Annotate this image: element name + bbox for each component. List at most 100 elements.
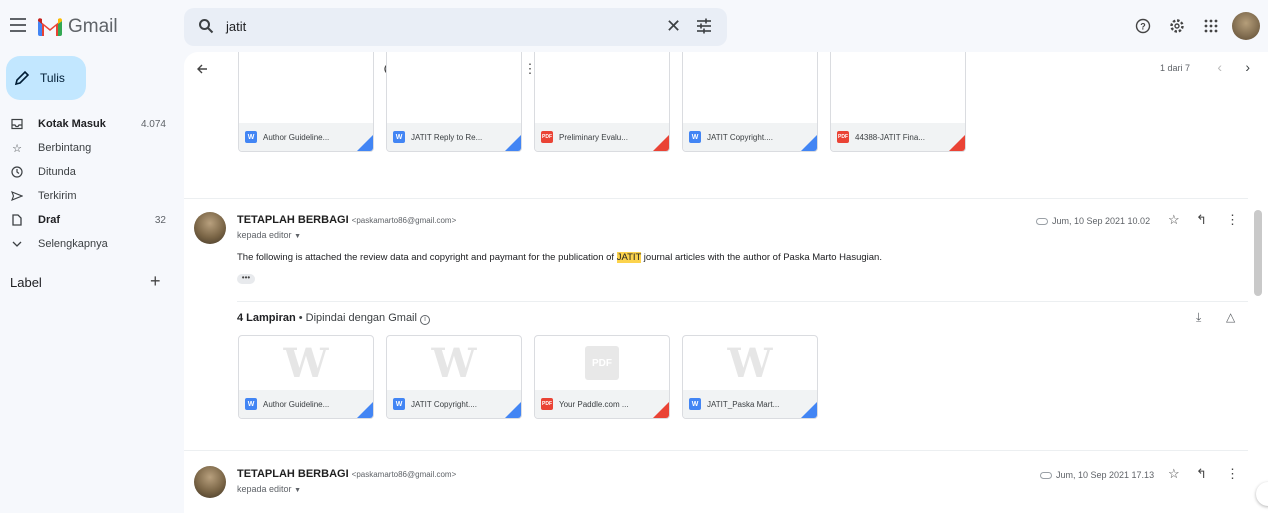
word-file-icon: W [245,131,257,143]
file-corner-fold [357,135,373,151]
word-file-icon: W [689,398,701,410]
star-icon[interactable]: ☆ [1168,466,1180,482]
caret-down-icon[interactable]: ▼ [294,233,301,240]
body-text-part: The following is attached the review dat… [237,252,617,263]
show-trimmed-content-button[interactable]: ••• [237,274,255,284]
apps-grid-icon[interactable] [1194,12,1228,40]
chevron-right-icon[interactable]: › [1245,59,1250,75]
file-corner-fold [505,402,521,418]
pdf-file-icon: PDF [541,131,553,143]
attachments-header: 4 Lampiran • Dipindai dengan Gmail i [237,312,431,325]
clock-icon [10,166,24,178]
more-vert-icon[interactable]: ⋮ [1226,212,1239,228]
attachment-card[interactable]: W JATIT Copyright.... [682,52,818,152]
email-view: ⋮ 1 dari 7 ‹ › W Author Guideline... W J… [184,52,1268,513]
pdf-file-icon: PDF [837,131,849,143]
pencil-icon [14,70,30,86]
compose-label: Tulis [40,71,65,85]
chevron-left-icon[interactable]: ‹ [1217,59,1222,75]
file-corner-fold [653,135,669,151]
attachment-name: JATIT Copyright.... [411,399,477,409]
sidebar-item-label: Selengkapnya [38,238,108,250]
more-vert-icon[interactable]: ⋮ [1226,466,1239,482]
sidebar-nav: Kotak Masuk 4.074 ☆ Berbintang Ditunda T… [0,112,180,256]
sender-line: TETAPLAH BERBAGI <paskamarto86@gmail.com> [237,214,456,226]
help-icon[interactable]: ? [1126,12,1160,40]
attachment-card[interactable]: PDF 44388-JATIT Fina... [830,52,966,152]
sidebar-item-sent[interactable]: Terkirim [0,184,180,208]
back-arrow-icon[interactable] [194,61,210,77]
chevron-down-icon [10,238,24,250]
attachment-name: 44388-JATIT Fina... [855,132,925,142]
sidebar-item-label: Berbintang [38,142,92,154]
download-all-icon[interactable]: ⤓ [1196,310,1201,325]
sidebar-item-label: Ditunda [38,166,76,178]
top-right-actions: ? [1126,12,1268,40]
attachment-footer: W JATIT Copyright.... [683,123,817,151]
attachment-card[interactable]: W W JATIT Copyright.... [386,335,522,419]
sidebar-item-count: 32 [154,214,166,226]
attachment-name: JATIT Copyright.... [707,132,773,142]
attachment-name: Your Paddle.com ... [559,399,629,409]
gmail-logo[interactable]: Gmail [38,16,118,38]
recipient-line[interactable]: kepada editor ▼ [237,484,301,494]
word-file-icon: W [393,398,405,410]
search-icon[interactable] [198,18,214,34]
pdf-file-icon: PDF [541,398,553,410]
attachment-card[interactable]: PDF Preliminary Evalu... [534,52,670,152]
main-menu-icon[interactable] [10,18,26,32]
recipient-text: kepada editor [237,230,292,240]
attachment-card[interactable]: W W Author Guideline... [238,335,374,419]
attachment-name: JATIT_Paska Mart... [707,399,780,409]
sidebar-item-label: Draf [38,214,61,226]
draft-icon [10,214,24,226]
settings-gear-icon[interactable] [1160,12,1194,40]
clear-search-icon[interactable]: ✕ [666,16,681,37]
attachment-card[interactable]: W W JATIT_Paska Mart... [682,335,818,419]
account-avatar[interactable] [1232,12,1260,40]
attachment-footer: PDF 44388-JATIT Fina... [831,123,965,151]
attachment-thumbnail: PDF [535,336,669,390]
compose-button[interactable]: Tulis [6,56,86,100]
word-thumbnail-icon: W [727,339,773,387]
attachment-card[interactable]: W JATIT Reply to Re... [386,52,522,152]
sender-avatar[interactable] [194,466,226,498]
pdf-thumbnail-icon: PDF [585,346,619,380]
attachment-footer: W JATIT Copyright.... [387,390,521,418]
sidebar-item-label: Terkirim [38,190,77,202]
sidebar-item-starred[interactable]: ☆ Berbintang [0,136,180,160]
attachment-footer: PDF Preliminary Evalu... [535,123,669,151]
info-icon[interactable]: i [420,315,431,325]
word-thumbnail-icon: W [283,339,329,387]
search-bar[interactable]: jatit ✕ [184,8,727,46]
sidebar-item-inbox[interactable]: Kotak Masuk 4.074 [0,112,180,136]
attachment-thumbnail: W [387,336,521,390]
attachment-card[interactable]: W Author Guideline... [238,52,374,152]
gmail-m-icon [38,18,62,36]
recipient-line[interactable]: kepada editor ▼ [237,230,301,240]
word-file-icon: W [245,398,257,410]
reply-icon[interactable]: ↰ [1196,212,1207,228]
sidebar-item-more[interactable]: Selengkapnya [0,232,180,256]
sidebar-item-drafts[interactable]: Draf 32 [0,208,180,232]
attachment-thumbnail: W [683,336,817,390]
message-date: Jum, 10 Sep 2021 10.02 [1036,216,1150,226]
scrollbar-thumb[interactable] [1254,210,1262,296]
message-date: Jum, 10 Sep 2021 17.13 [1040,470,1154,480]
add-label-icon[interactable]: + [150,271,161,292]
file-corner-fold [653,402,669,418]
star-icon[interactable]: ☆ [1168,212,1180,228]
gmail-window: Gmail jatit ✕ ? Tulis Kotak Masuk 4.074 … [0,0,1268,513]
attachment-name: Author Guideline... [263,132,330,142]
attachment-card[interactable]: PDF PDF Your Paddle.com ... [534,335,670,419]
sidebar-item-snoozed[interactable]: Ditunda [0,160,180,184]
sender-name: TETAPLAH BERBAGI [237,214,349,226]
sender-avatar[interactable] [194,212,226,244]
caret-down-icon[interactable]: ▼ [294,487,301,494]
reply-icon[interactable]: ↰ [1196,466,1207,482]
search-options-icon[interactable] [696,18,712,34]
word-file-icon: W [393,131,405,143]
search-input[interactable]: jatit [226,19,246,34]
add-to-drive-icon[interactable]: △ [1226,310,1235,324]
file-corner-fold [949,135,965,151]
